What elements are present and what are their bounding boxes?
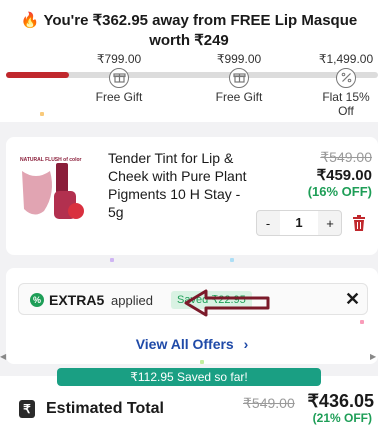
saved-so-far-badge: ₹112.95 Saved so far! — [57, 368, 321, 386]
view-all-offers-label: View All Offers — [135, 336, 234, 352]
remove-coupon-button[interactable]: ✕ — [345, 289, 360, 310]
free-gift-banner: 🔥 You're ₹362.95 away from FREE Lip Masqu… — [0, 0, 378, 122]
progress-fill — [6, 72, 70, 78]
quantity-value: 1 — [280, 211, 318, 235]
rupee-receipt-icon: ₹ — [19, 400, 35, 418]
offers-card: % EXTRA5 applied Saved ₹22.95 ✕ View All… — [6, 268, 378, 364]
estimated-total-label: Estimated Total — [46, 400, 164, 417]
product-discount: (16% OFF) — [307, 184, 372, 199]
product-name[interactable]: Tender Tint for Lip & Cheek with Pure Pl… — [108, 149, 256, 221]
scroll-right-icon: ▶ — [370, 352, 377, 361]
increment-button[interactable]: + — [319, 216, 341, 231]
gift-icon — [229, 68, 249, 88]
milestone-label: Free Gift — [95, 90, 143, 104]
milestone-1: ₹799.00 Free Gift — [79, 52, 159, 104]
product-mrp: ₹549.00 — [320, 149, 372, 165]
milestone-label: Free Gift — [215, 90, 263, 104]
quantity-stepper: - 1 + — [256, 210, 342, 236]
confetti — [230, 258, 234, 262]
total-discount: (21% OFF) — [312, 411, 372, 425]
milestone-price: ₹799.00 — [96, 52, 142, 66]
milestone-2: ₹999.00 Free Gift — [199, 52, 279, 104]
milestone-price: ₹1,499.00 — [318, 52, 374, 66]
coupon-code: EXTRA5 — [49, 292, 105, 308]
decrement-button[interactable]: - — [257, 216, 279, 231]
view-all-offers-link[interactable]: View All Offers › — [6, 336, 378, 352]
banner-message: 🔥 You're ₹362.95 away from FREE Lip Masqu… — [0, 11, 378, 51]
scroll-left-icon: ◀ — [0, 352, 7, 361]
gift-icon — [109, 68, 129, 88]
fire-icon: 🔥 — [20, 12, 40, 29]
thumb-text: NATURAL FLUSH of color — [20, 157, 82, 163]
confetti — [360, 320, 364, 324]
trash-icon[interactable] — [352, 215, 366, 231]
total-mrp: ₹549.00 — [243, 395, 295, 411]
estimated-total-value: ₹436.05 — [307, 391, 374, 411]
milestone-label: Flat 15% Off — [322, 90, 370, 118]
banner-message-text: You're ₹362.95 away from FREE Lip Masque… — [43, 12, 358, 49]
chevron-right-icon: › — [243, 336, 249, 352]
confetti — [110, 258, 114, 262]
milestone-3: ₹1,499.00 Flat 15% Off — [314, 52, 378, 118]
cart-item-card: NATURAL FLUSH of color Tender Tint for L… — [6, 137, 378, 255]
milestone-price: ₹999.00 — [216, 52, 262, 66]
product-image[interactable]: NATURAL FLUSH of color — [16, 149, 90, 229]
percent-icon — [336, 68, 356, 88]
confetti — [200, 360, 204, 364]
coupon-applied-label: applied — [111, 293, 153, 308]
annotation-arrow-icon — [184, 289, 270, 317]
confetti — [40, 112, 44, 116]
product-price: ₹459.00 — [316, 167, 372, 184]
coupon-percent-icon: % — [30, 293, 44, 307]
